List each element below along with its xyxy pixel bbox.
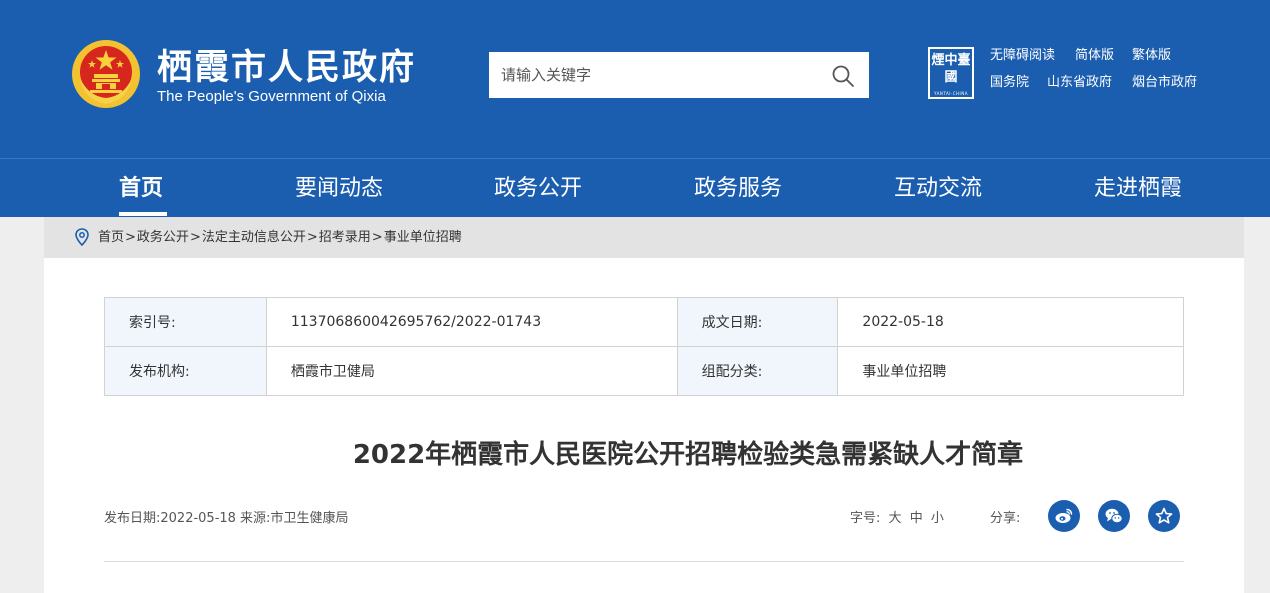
- wechat-icon: [1105, 508, 1123, 524]
- breadcrumb-recruitment[interactable]: 招考录用: [319, 230, 371, 245]
- brand-stamp-text: 煙中臺國: [931, 53, 971, 85]
- traditional-chinese-link[interactable]: 繁体版: [1132, 48, 1171, 64]
- site-subtitle: The People's Government of Qixia: [157, 88, 386, 105]
- shandong-government-link[interactable]: 山东省政府: [1047, 75, 1112, 91]
- nav-item-home[interactable]: 首页: [119, 175, 163, 203]
- weibo-icon: [1055, 508, 1073, 523]
- article-container: 索引号: 113706860042695762/2022-01743 成文日期:…: [44, 258, 1244, 593]
- breadcrumb: 首页>政务公开>法定主动信息公开>招考录用>事业单位招聘: [98, 229, 462, 246]
- state-council-link[interactable]: 国务院: [990, 75, 1029, 91]
- favorite-star-icon: [1155, 507, 1173, 524]
- index-number-label: 索引号:: [104, 297, 267, 347]
- share-weibo-button[interactable]: [1048, 500, 1080, 532]
- nav-item-government-services[interactable]: 政务服务: [694, 175, 782, 203]
- nav-item-news[interactable]: 要闻动态: [295, 175, 383, 203]
- share-wechat-button[interactable]: [1098, 500, 1130, 532]
- category-label: 组配分类:: [676, 346, 839, 396]
- yantai-china-brand-logo[interactable]: 煙中臺國 YANTAI·CHINA: [928, 47, 974, 99]
- breadcrumb-institution-recruitment[interactable]: 事业单位招聘: [384, 230, 462, 245]
- site-header: 栖霞市人民政府 The People's Government of Qixia…: [0, 0, 1270, 158]
- index-number-value: 113706860042695762/2022-01743: [265, 297, 678, 347]
- article-title: 2022年栖霞市人民医院公开招聘检验类急需紧缺人才简章: [352, 440, 1024, 470]
- breadcrumb-separator: >: [125, 230, 136, 245]
- category-value: 事业单位招聘: [837, 346, 1184, 396]
- breadcrumb-home[interactable]: 首页: [98, 230, 124, 245]
- font-size-label: 字号:: [850, 511, 881, 526]
- publisher-value: 栖霞市卫健局: [265, 346, 678, 396]
- font-size-medium-button[interactable]: 中: [910, 511, 923, 526]
- location-pin-icon: [75, 228, 89, 246]
- article-publish-info: 发布日期:2022-05-18 来源:市卫生健康局: [104, 511, 349, 526]
- document-date-label: 成文日期:: [676, 297, 839, 347]
- simplified-chinese-link[interactable]: 简体版: [1075, 48, 1114, 64]
- site-title[interactable]: 栖霞市人民政府: [157, 48, 416, 88]
- document-metadata-table: 索引号: 113706860042695762/2022-01743 成文日期:…: [104, 297, 1184, 396]
- publisher-label: 发布机构:: [104, 346, 267, 396]
- accessibility-reading-link[interactable]: 无障碍阅读: [990, 48, 1055, 64]
- breadcrumb-government-affairs[interactable]: 政务公开: [137, 230, 189, 245]
- search-input[interactable]: [489, 52, 819, 98]
- table-row: 索引号: 113706860042695762/2022-01743 成文日期:…: [104, 297, 1184, 347]
- breadcrumb-bar: 首页>政务公开>法定主动信息公开>招考录用>事业单位招聘: [44, 217, 1244, 258]
- search-icon[interactable]: [831, 64, 855, 88]
- font-size-control: 字号: 大 中 小: [850, 510, 944, 528]
- breadcrumb-separator: >: [371, 230, 383, 245]
- nav-item-interaction[interactable]: 互动交流: [894, 175, 982, 203]
- brand-stamp-subtext: YANTAI·CHINA: [934, 91, 968, 96]
- breadcrumb-separator: >: [189, 230, 201, 245]
- breadcrumb-statutory-disclosure[interactable]: 法定主动信息公开: [202, 230, 306, 245]
- content-divider: [104, 561, 1184, 562]
- table-row: 发布机构: 栖霞市卫健局 组配分类: 事业单位招聘: [104, 346, 1184, 396]
- nav-item-government-affairs[interactable]: 政务公开: [494, 175, 582, 203]
- yantai-government-link[interactable]: 烟台市政府: [1132, 75, 1197, 91]
- nav-item-about-qixia[interactable]: 走进栖霞: [1094, 175, 1182, 203]
- search-box: [489, 52, 869, 98]
- breadcrumb-separator: >: [306, 230, 318, 245]
- document-date-value: 2022-05-18: [837, 297, 1184, 347]
- share-favorite-button[interactable]: [1148, 500, 1180, 532]
- main-nav: 首页 要闻动态 政务公开 政务服务 互动交流 走进栖霞: [0, 158, 1270, 217]
- nav-active-indicator: [119, 212, 167, 216]
- national-emblem-logo[interactable]: [70, 38, 142, 110]
- font-size-small-button[interactable]: 小: [931, 511, 944, 526]
- share-label: 分享:: [990, 511, 1021, 526]
- font-size-large-button[interactable]: 大: [889, 511, 902, 526]
